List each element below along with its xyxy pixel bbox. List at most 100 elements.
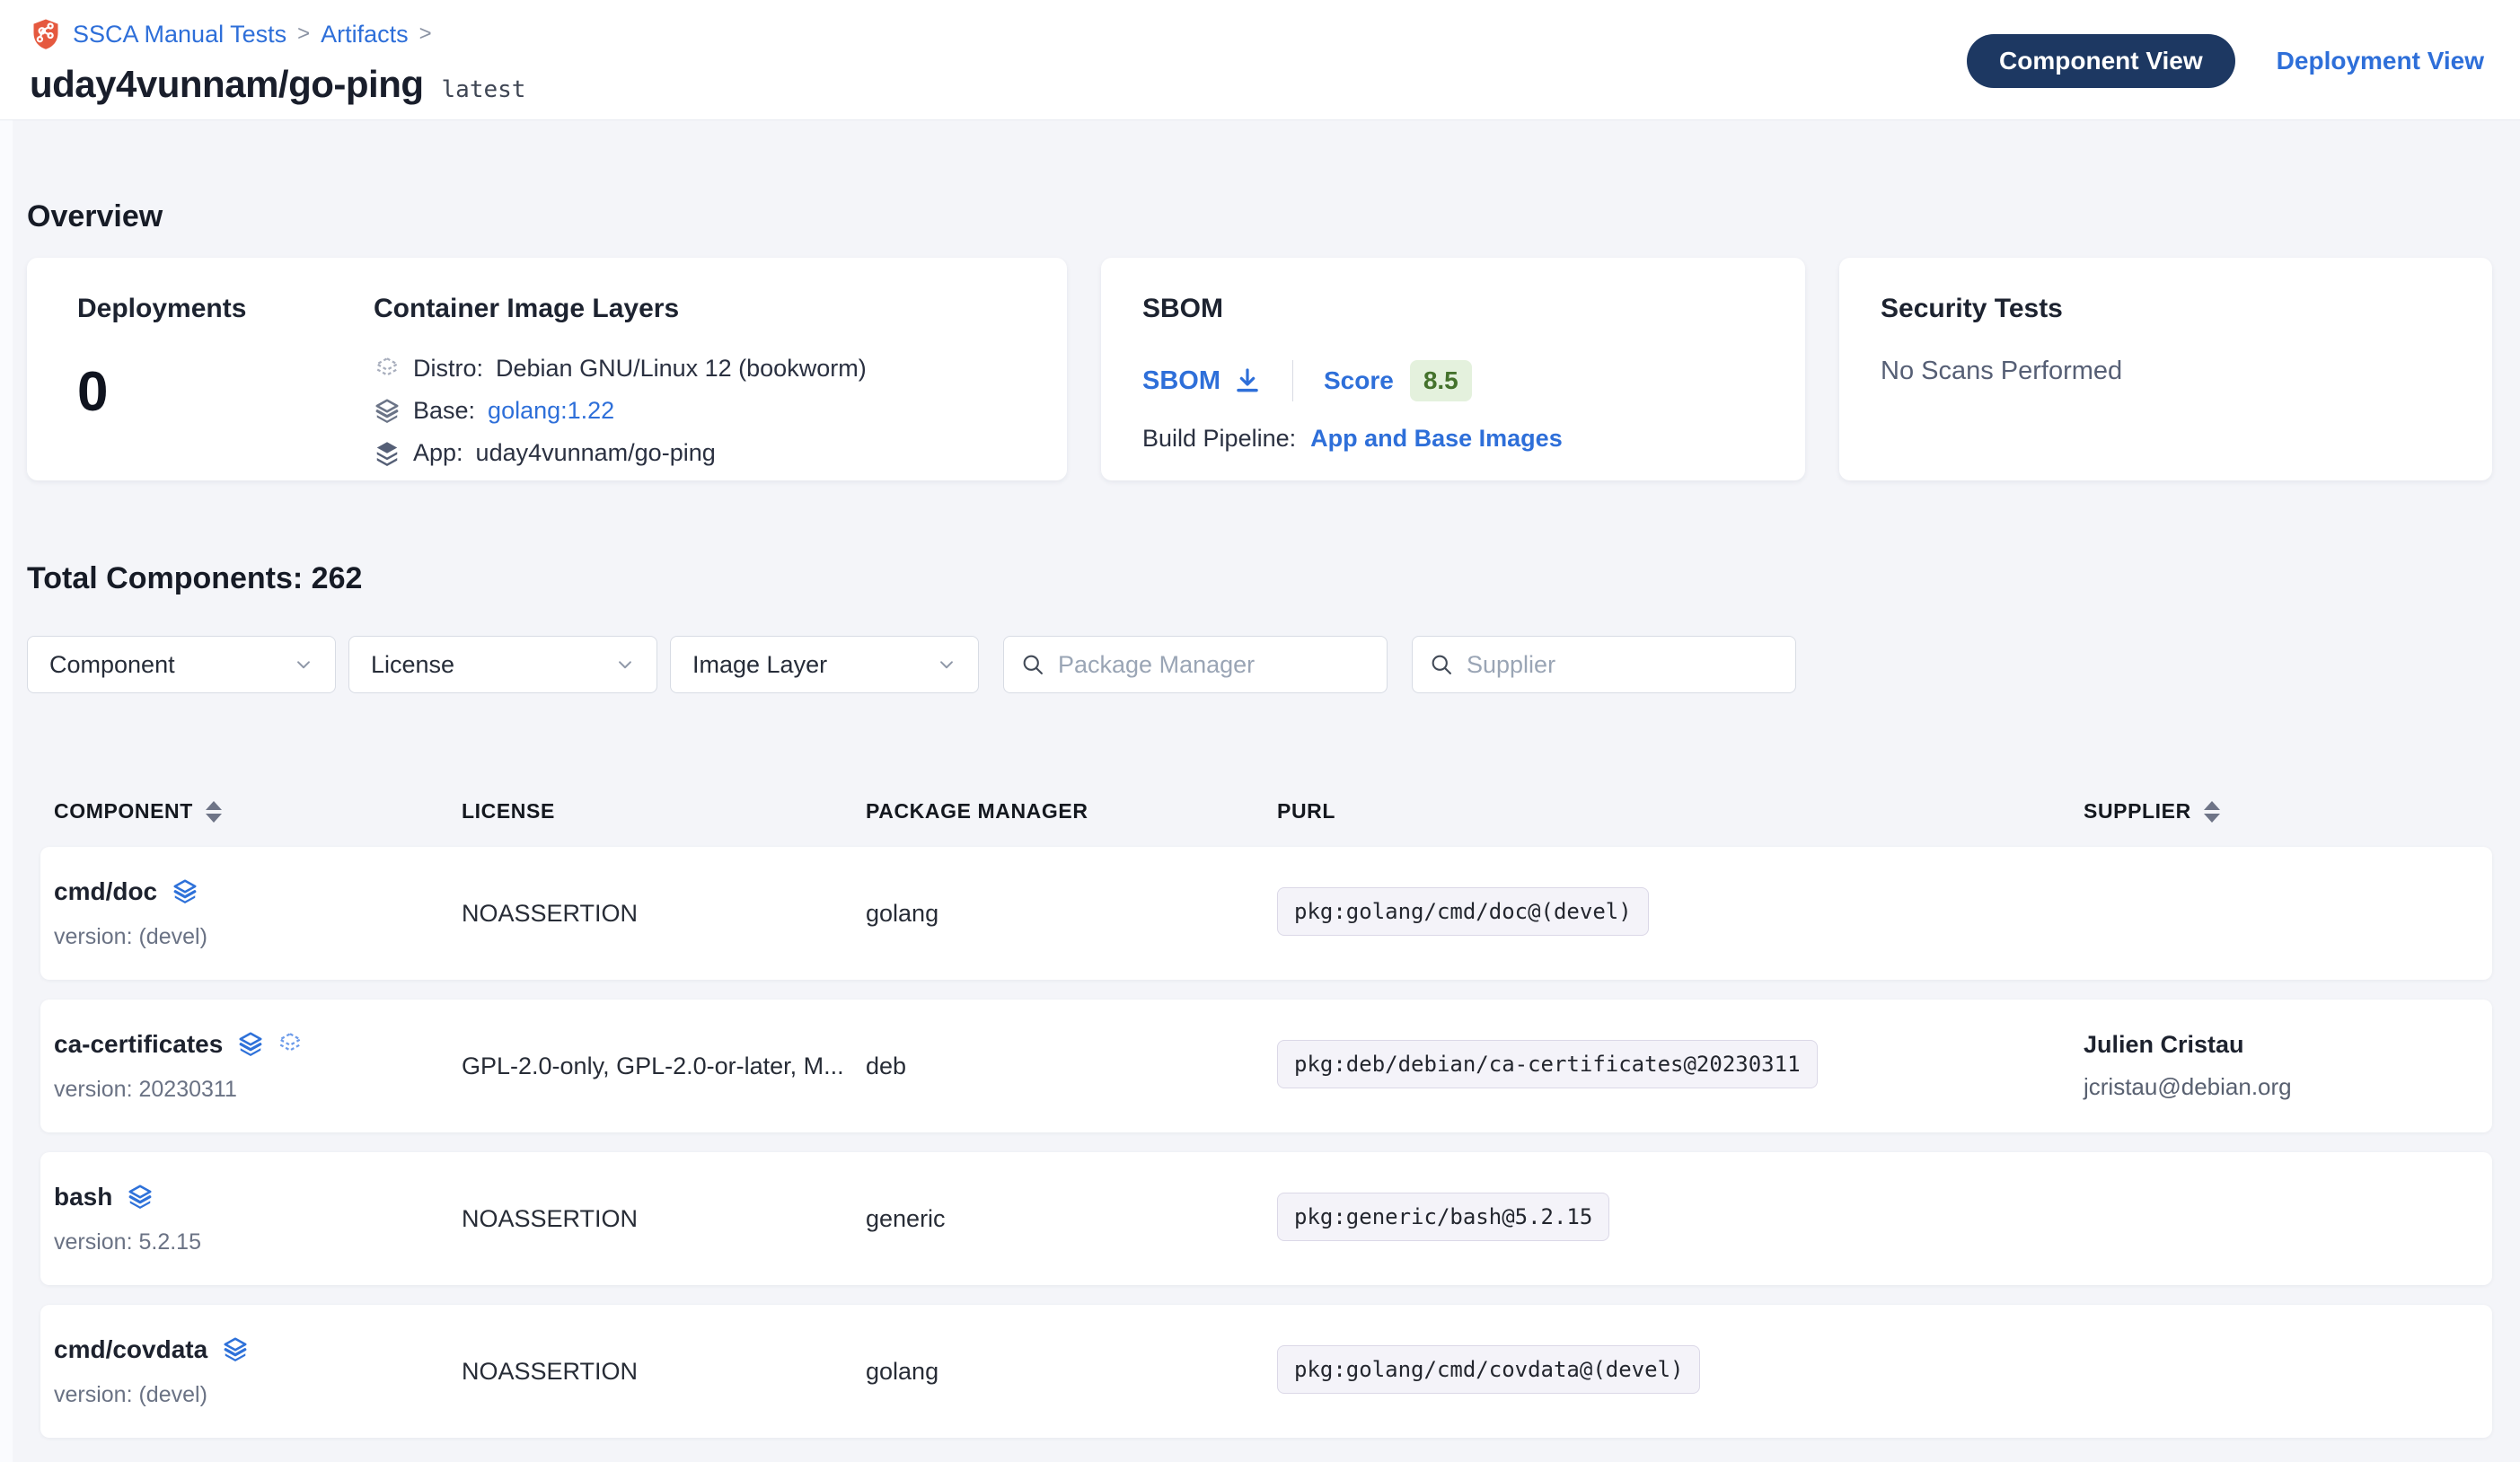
component-layer-icons — [127, 1184, 154, 1211]
security-tests-status: No Scans Performed — [1881, 357, 2451, 386]
package-manager-cell: generic — [866, 1205, 1277, 1233]
security-tests-card: Security Tests No Scans Performed — [1839, 258, 2492, 480]
search-icon — [1429, 652, 1454, 677]
component-version: version: (devel) — [54, 1382, 462, 1408]
component-name: bash — [54, 1183, 112, 1211]
page-header: SSCA Manual Tests > Artifacts > uday4vun… — [0, 0, 2520, 120]
component-name: ca-certificates — [54, 1030, 223, 1059]
total-components-heading: Total Components: 262 — [27, 480, 2492, 596]
breadcrumb-separator: > — [419, 22, 432, 47]
build-pipeline-link[interactable]: App and Base Images — [1310, 425, 1563, 453]
component-name: cmd/doc — [54, 877, 157, 906]
deployments-layers-card: Deployments 0 Container Image Layers Dis… — [27, 258, 1067, 480]
layers-dashed-icon — [277, 1031, 304, 1058]
layers-icon — [237, 1031, 264, 1058]
build-pipeline-label: Build Pipeline: — [1142, 425, 1296, 453]
component-filter-label: Component — [49, 651, 175, 679]
component-view-button[interactable]: Component View — [1967, 34, 2235, 88]
overview-cards: Deployments 0 Container Image Layers Dis… — [27, 258, 2492, 480]
layers-icon — [172, 878, 198, 905]
layer-distro: Distro: Debian GNU/Linux 12 (bookworm) — [374, 355, 867, 383]
layer-distro-value: Debian GNU/Linux 12 (bookworm) — [496, 355, 867, 383]
layer-app-value: uday4vunnam/go-ping — [476, 439, 716, 467]
layer-distro-label: Distro: — [413, 355, 483, 383]
image-layer-filter-select[interactable]: Image Layer — [670, 636, 979, 693]
supplier-email: jcristau@debian.org — [2084, 1073, 2492, 1101]
column-header-supplier: SUPPLIER — [2084, 799, 2492, 823]
purl-chip: pkg:deb/debian/ca-certificates@20230311 — [1277, 1040, 1818, 1088]
supplier-search-input[interactable] — [1467, 651, 1779, 679]
package-manager-cell: golang — [866, 1358, 1277, 1386]
column-label: PACKAGE MANAGER — [866, 799, 1088, 823]
column-header-component: COMPONENT — [54, 799, 462, 823]
sbom-card-title: SBOM — [1142, 294, 1764, 324]
column-header-license: LICENSE — [462, 799, 866, 823]
ssca-shield-icon — [30, 18, 62, 50]
layer-base-label: Base: — [413, 397, 475, 425]
component-filter-select[interactable]: Component — [27, 636, 336, 693]
search-icon — [1020, 652, 1045, 677]
package-manager-cell: golang — [866, 900, 1277, 928]
package-manager-search-input[interactable] — [1058, 651, 1370, 679]
deployments-label: Deployments — [77, 294, 374, 324]
column-header-package-manager: PACKAGE MANAGER — [866, 799, 1277, 823]
sbom-score-badge: 8.5 — [1410, 360, 1472, 401]
component-version: version: 5.2.15 — [54, 1229, 462, 1255]
page-gutter — [0, 120, 13, 1462]
license-cell: NOASSERTION — [462, 1358, 866, 1386]
layers-icon — [374, 398, 401, 425]
breadcrumb-separator: > — [297, 22, 310, 47]
view-toggle: Component View Deployment View — [1967, 34, 2484, 88]
chevron-down-icon — [292, 653, 315, 676]
purl-chip: pkg:generic/bash@5.2.15 — [1277, 1193, 1609, 1241]
components-table-body: cmd/doc version: (devel) NOASSERTION gol… — [40, 847, 2492, 1438]
divider — [1292, 360, 1293, 401]
component-version: version: 20230311 — [54, 1077, 462, 1103]
license-filter-select[interactable]: License — [348, 636, 657, 693]
components-table-header: COMPONENT LICENSE PACKAGE MANAGER PURL S… — [40, 799, 2492, 847]
sort-component-button[interactable] — [206, 801, 222, 823]
layer-app-label: App: — [413, 439, 463, 467]
layers-solid-icon — [374, 440, 401, 467]
column-label: COMPONENT — [54, 799, 193, 823]
sbom-download-link[interactable]: SBOM — [1142, 366, 1262, 396]
chevron-down-icon — [613, 653, 637, 676]
table-row[interactable]: bash version: 5.2.15 NOASSERTION generic… — [40, 1152, 2492, 1285]
supplier-search — [1412, 636, 1796, 693]
column-header-purl: PURL — [1277, 799, 2084, 823]
sbom-score-label: Score — [1324, 366, 1394, 395]
page-title: uday4vunnam/go-ping — [30, 63, 424, 106]
column-label: PURL — [1277, 799, 1335, 823]
supplier-name: Julien Cristau — [2084, 1031, 2492, 1059]
component-layer-icons — [237, 1031, 304, 1058]
component-version: version: (devel) — [54, 924, 462, 950]
breadcrumb-artifacts-link[interactable]: Artifacts — [321, 21, 409, 48]
layers-icon — [222, 1336, 249, 1363]
chevron-down-icon — [935, 653, 958, 676]
package-manager-cell: deb — [866, 1052, 1277, 1080]
table-row[interactable]: cmd/doc version: (devel) NOASSERTION gol… — [40, 847, 2492, 980]
sbom-card: SBOM SBOM Score 8.5 Build Pipeline: App … — [1101, 258, 1805, 480]
column-label: LICENSE — [462, 799, 555, 823]
sbom-download-label: SBOM — [1142, 366, 1220, 396]
package-manager-search — [1003, 636, 1388, 693]
license-cell: GPL-2.0-only, GPL-2.0-or-later, M... — [462, 1052, 866, 1080]
purl-chip: pkg:golang/cmd/covdata@(devel) — [1277, 1345, 1700, 1394]
deployment-view-button[interactable]: Deployment View — [2277, 47, 2484, 75]
artifact-tag: latest — [442, 76, 526, 103]
purl-chip: pkg:golang/cmd/doc@(devel) — [1277, 887, 1649, 936]
table-row[interactable]: ca-certificates version: 20230311 GPL-2.… — [40, 1000, 2492, 1132]
component-name: cmd/covdata — [54, 1335, 207, 1364]
license-filter-label: License — [371, 651, 454, 679]
base-image-link[interactable]: golang:1.22 — [488, 397, 614, 425]
layers-icon — [127, 1184, 154, 1211]
sort-supplier-button[interactable] — [2204, 801, 2220, 823]
container-image-layers-label: Container Image Layers — [374, 294, 867, 324]
component-layer-icons — [222, 1336, 249, 1363]
table-row[interactable]: cmd/covdata version: (devel) NOASSERTION… — [40, 1305, 2492, 1438]
download-icon — [1233, 366, 1262, 395]
breadcrumb-project-link[interactable]: SSCA Manual Tests — [73, 21, 286, 48]
license-cell: NOASSERTION — [462, 1205, 866, 1233]
security-tests-title: Security Tests — [1881, 294, 2451, 324]
filters-bar: Component License Image Layer — [27, 636, 2492, 693]
